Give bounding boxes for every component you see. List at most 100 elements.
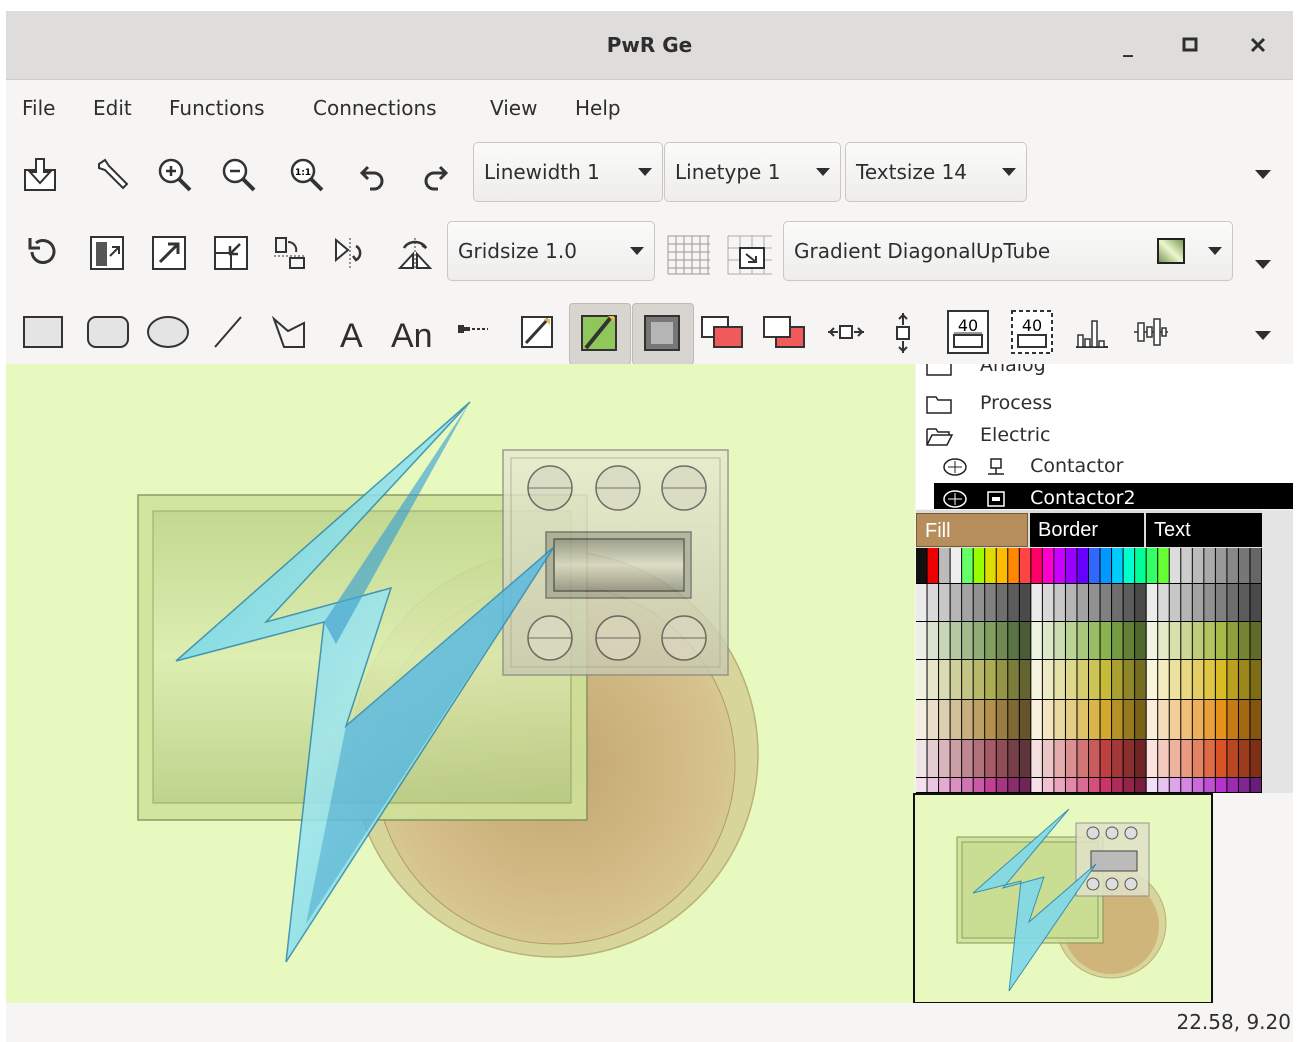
color-swatch[interactable] [950, 700, 962, 739]
color-swatch[interactable] [1008, 660, 1019, 699]
color-swatch[interactable] [1019, 622, 1031, 659]
color-swatch[interactable] [973, 660, 985, 699]
color-swatch[interactable] [927, 740, 939, 777]
color-swatch[interactable] [916, 740, 927, 777]
color-swatch[interactable] [1227, 548, 1238, 583]
color-swatch[interactable] [1250, 740, 1261, 777]
color-swatch[interactable] [927, 660, 939, 699]
color-swatch[interactable] [939, 660, 950, 699]
color-swatch[interactable] [1008, 584, 1019, 621]
color-swatch[interactable] [1238, 740, 1250, 777]
shadow-toggle[interactable] [632, 303, 694, 365]
menu-view[interactable]: View [490, 96, 537, 120]
color-swatch[interactable] [1169, 740, 1181, 777]
color-swatch[interactable] [1135, 700, 1146, 739]
color-swatch[interactable] [1089, 660, 1100, 699]
color-swatch[interactable] [927, 700, 939, 739]
color-swatch[interactable] [985, 778, 996, 792]
drawing-canvas[interactable] [6, 364, 915, 1003]
color-swatch[interactable] [1192, 778, 1204, 792]
color-swatch[interactable] [1238, 622, 1250, 659]
color-swatch[interactable] [1146, 584, 1158, 621]
color-swatch[interactable] [1089, 584, 1100, 621]
menu-help[interactable]: Help [575, 96, 621, 120]
color-swatch[interactable] [1089, 548, 1100, 583]
linewidth-select[interactable]: Linewidth 1 [473, 142, 663, 202]
color-swatch[interactable] [950, 740, 962, 777]
color-swatch[interactable] [1077, 778, 1088, 792]
color-swatch[interactable] [1089, 778, 1100, 792]
color-swatch[interactable] [916, 660, 927, 699]
zoom-out-icon[interactable] [220, 156, 258, 194]
color-swatch[interactable] [1065, 700, 1077, 739]
color-swatch[interactable] [1008, 622, 1019, 659]
color-swatch[interactable] [1112, 622, 1123, 659]
maximize-button[interactable] [1174, 29, 1206, 61]
annotation-tool[interactable]: An [391, 317, 433, 356]
color-swatch[interactable] [1181, 622, 1192, 659]
color-swatch[interactable] [1146, 740, 1158, 777]
color-swatch[interactable] [1031, 778, 1042, 792]
color-swatch[interactable] [973, 778, 985, 792]
color-swatch[interactable] [1146, 660, 1158, 699]
color-swatch[interactable] [1250, 548, 1261, 583]
color-swatch[interactable] [1019, 548, 1031, 583]
color-swatch[interactable] [1054, 700, 1065, 739]
color-swatch[interactable] [1250, 778, 1261, 792]
color-swatch[interactable] [1112, 584, 1123, 621]
color-swatch[interactable] [1227, 660, 1238, 699]
color-swatch[interactable] [996, 740, 1008, 777]
color-swatch[interactable] [1204, 778, 1215, 792]
color-swatch[interactable] [1054, 548, 1065, 583]
color-swatch[interactable] [1238, 700, 1250, 739]
align-corner-icon[interactable] [212, 234, 250, 272]
color-swatch[interactable] [1146, 622, 1158, 659]
color-swatch[interactable] [1123, 778, 1135, 792]
bar-chart-icon[interactable] [1072, 313, 1110, 351]
color-swatch[interactable] [916, 700, 927, 739]
rectangle-tool-icon[interactable] [22, 313, 64, 351]
color-swatch[interactable] [1019, 660, 1031, 699]
color-swatch[interactable] [1181, 700, 1192, 739]
flip-icon[interactable] [396, 234, 434, 272]
color-palette[interactable] [916, 548, 1262, 793]
color-swatch[interactable] [950, 778, 962, 792]
color-swatch[interactable] [1192, 660, 1204, 699]
color-swatch[interactable] [1192, 584, 1204, 621]
color-swatch[interactable] [1008, 740, 1019, 777]
color-swatch[interactable] [1204, 548, 1215, 583]
color-swatch[interactable] [1215, 740, 1227, 777]
color-swatch[interactable] [1181, 548, 1192, 583]
color-swatch[interactable] [1019, 778, 1031, 792]
color-swatch[interactable] [1181, 778, 1192, 792]
color-swatch[interactable] [950, 584, 962, 621]
tab-border[interactable]: Border [1030, 513, 1144, 547]
color-swatch[interactable] [1158, 740, 1169, 777]
color-swatch[interactable] [1192, 740, 1204, 777]
color-swatch[interactable] [1123, 548, 1135, 583]
color-swatch[interactable] [939, 622, 950, 659]
close-button[interactable] [1242, 29, 1274, 61]
align-top-icon[interactable] [88, 234, 126, 272]
color-swatch[interactable] [985, 700, 996, 739]
trend-icon[interactable] [1132, 313, 1170, 351]
zoom-in-icon[interactable] [156, 156, 194, 194]
color-swatch[interactable] [1204, 622, 1215, 659]
color-swatch[interactable] [985, 584, 996, 621]
color-swatch[interactable] [985, 548, 996, 583]
color-swatch[interactable] [1158, 778, 1169, 792]
color-swatch[interactable] [1227, 584, 1238, 621]
color-swatch[interactable] [962, 660, 973, 699]
color-swatch[interactable] [1123, 660, 1135, 699]
align-right-icon[interactable] [150, 234, 188, 272]
ungroup-icon[interactable]: 40 [1010, 309, 1054, 355]
color-swatch[interactable] [1215, 700, 1227, 739]
color-swatch[interactable] [1077, 548, 1088, 583]
connection-tool-icon[interactable] [454, 313, 492, 351]
color-swatch[interactable] [1135, 740, 1146, 777]
color-swatch[interactable] [1169, 660, 1181, 699]
color-swatch[interactable] [1123, 622, 1135, 659]
color-swatch[interactable] [939, 584, 950, 621]
color-swatch[interactable] [1019, 740, 1031, 777]
color-swatch[interactable] [1112, 660, 1123, 699]
